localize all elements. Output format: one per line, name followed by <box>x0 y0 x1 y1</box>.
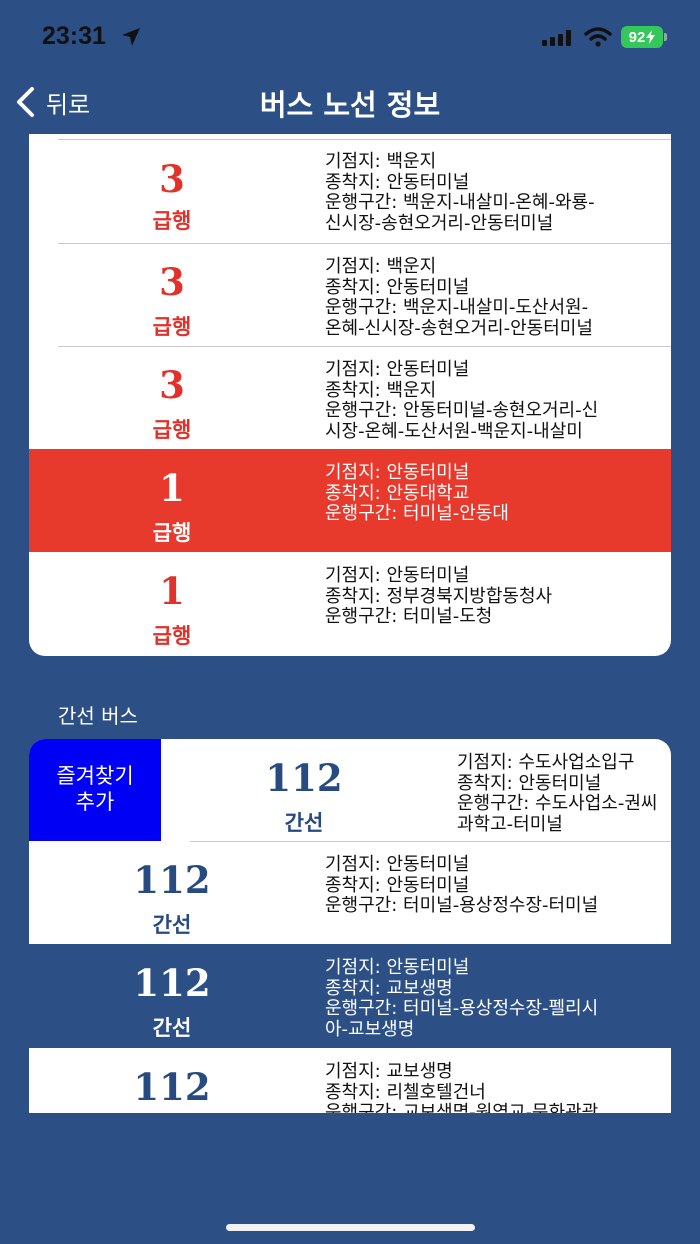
route-info: 기점지: 수도사업소입구 종착지: 안동터미널 운행구간: 수도사업소-권씨 과… <box>457 752 658 835</box>
route-section: 운행구간: 교보생명-원영교-문화관광 <box>325 1102 599 1113</box>
route-section: 운행구간: 터미널-도청 <box>325 606 493 627</box>
route-row[interactable]: 3 급행 기점지: 안동터미널 종착지: 백운지 운행구간: 안동터미널-송현오… <box>29 346 671 449</box>
route-number: 1 <box>159 569 185 613</box>
route-origin: 기점지: 백운지 <box>325 151 437 172</box>
route-type: 급행 <box>152 624 192 648</box>
route-terminus: 종착지: 안동터미널 <box>325 276 470 298</box>
route-origin: 기점지: 수도사업소입구 <box>457 752 635 773</box>
route-info: 기점지: 안동터미널 종착지: 백운지 운행구간: 안동터미널-송현오거리-신 … <box>325 359 599 442</box>
route-type: 간선 <box>152 913 192 937</box>
route-section-cont: 과학고-터미널 <box>457 813 563 835</box>
route-origin: 기점지: 백운지 <box>325 256 437 277</box>
route-section: 운행구간: 수도사업소-권씨 <box>457 793 658 814</box>
status-time: 23:31 <box>42 22 106 50</box>
route-origin: 기점지: 안동터미널 <box>325 565 470 586</box>
list-divider <box>190 841 671 842</box>
route-section: 운행구간: 터미널-안동대 <box>325 503 509 524</box>
express-route-list: 3 급행 기점지: 백운지 종착지: 안동터미널 운행구간: 백운지-내살미-온… <box>29 134 671 656</box>
route-number: 3 <box>159 363 185 407</box>
route-row[interactable]: 1 급행 기점지: 안동터미널 종착지: 정부경북지방합동청사 운행구간: 터미… <box>29 552 671 656</box>
route-origin: 기점지: 안동터미널 <box>325 359 470 380</box>
route-terminus: 종착지: 안동터미널 <box>325 171 470 193</box>
route-number: 3 <box>159 157 185 201</box>
route-row[interactable]: 3 급행 기점지: 백운지 종착지: 안동터미널 운행구간: 백운지-내살미-도… <box>29 243 671 346</box>
route-type: 간선 <box>284 811 324 835</box>
swiped-route-content: 112 간선 기점지: 수도사업소입구 종착지: 안동터미널 운행구간: 수도사… <box>161 739 671 841</box>
route-row[interactable]: 112 기점지: 교보생명 종착지: 리첼호텔건너 운행구간: 교보생명-원영교… <box>29 1048 671 1113</box>
route-info: 기점지: 교보생명 종착지: 리첼호텔건너 운행구간: 교보생명-원영교-문화관… <box>325 1061 599 1113</box>
route-type: 급행 <box>152 209 192 233</box>
route-row[interactable]: 112 간선 기점지: 안동터미널 종착지: 안동터미널 운행구간: 터미널-용… <box>29 841 671 944</box>
home-indicator[interactable] <box>226 1224 475 1231</box>
route-section-cont: 아-교보생명 <box>325 1018 415 1040</box>
route-section: 운행구간: 백운지-내살미-온혜-와룡- <box>325 192 595 213</box>
location-arrow-icon <box>120 26 142 52</box>
route-terminus: 종착지: 백운지 <box>325 379 437 401</box>
route-type: 급행 <box>152 418 192 442</box>
battery-level: 92 <box>628 28 646 46</box>
route-terminus: 종착지: 리첼호텔건너 <box>325 1081 486 1103</box>
route-origin: 기점지: 안동터미널 <box>325 462 470 483</box>
route-info: 기점지: 안동터미널 종착지: 안동대학교 운행구간: 터미널-안동대 <box>325 462 509 525</box>
route-number: 112 <box>133 961 211 1005</box>
add-favorite-label: 즐겨찾기 <box>56 764 134 788</box>
route-number: 1 <box>159 466 185 510</box>
route-row-selected[interactable]: 1 급행 기점지: 안동터미널 종착지: 안동대학교 운행구간: 터미널-안동대 <box>29 449 671 552</box>
route-origin: 기점지: 교보생명 <box>325 1061 453 1082</box>
route-section: 운행구간: 백운지-내살미-도산서원- <box>325 297 589 318</box>
battery-indicator: 92 <box>621 26 663 48</box>
wifi-icon <box>584 27 612 51</box>
route-row-swiped[interactable]: 즐겨찾기 추가 112 간선 기점지: 수도사업소입구 종착지: 안동터미널 운… <box>29 739 671 841</box>
route-type: 간선 <box>152 1016 192 1040</box>
route-info: 기점지: 안동터미널 종착지: 안동터미널 운행구간: 터미널-용상정수장-터미… <box>325 854 599 917</box>
charging-bolt-icon <box>646 30 656 44</box>
route-section: 운행구간: 안동터미널-송현오거리-신 <box>325 400 599 421</box>
route-info: 기점지: 안동터미널 종착지: 교보생명 운행구간: 터미널-용상정수장-펠리시… <box>325 957 599 1040</box>
route-section: 운행구간: 터미널-용상정수장-터미널 <box>325 895 599 916</box>
route-info: 기점지: 안동터미널 종착지: 정부경북지방합동청사 운행구간: 터미널-도청 <box>325 565 553 628</box>
list-divider <box>58 243 671 244</box>
route-type: 급행 <box>152 521 192 545</box>
route-terminus: 종착지: 교보생명 <box>325 977 453 999</box>
route-row-selected[interactable]: 112 간선 기점지: 안동터미널 종착지: 교보생명 운행구간: 터미널-용상… <box>29 944 671 1048</box>
route-terminus: 종착지: 안동대학교 <box>325 482 470 504</box>
route-info: 기점지: 백운지 종착지: 안동터미널 운행구간: 백운지-내살미-도산서원- … <box>325 256 593 339</box>
route-terminus: 종착지: 안동터미널 <box>325 874 470 896</box>
route-terminus: 종착지: 안동터미널 <box>457 772 602 794</box>
route-row[interactable]: 3 급행 기점지: 백운지 종착지: 안동터미널 운행구간: 백운지-내살미-온… <box>29 140 671 243</box>
route-section-cont: 신시장-송현오거리-안동터미널 <box>325 212 554 234</box>
page-title: 버스 노선 정보 <box>259 88 441 122</box>
trunk-route-list: 즐겨찾기 추가 112 간선 기점지: 수도사업소입구 종착지: 안동터미널 운… <box>29 739 671 1113</box>
route-section-cont: 시장-온혜-도산서원-백운지-내살미 <box>325 420 583 442</box>
section-header-trunk: 간선 버스 <box>58 704 138 728</box>
route-number: 112 <box>133 1065 211 1109</box>
add-favorite-button[interactable]: 즐겨찾기 추가 <box>29 739 161 841</box>
route-number: 112 <box>133 858 211 902</box>
route-type: 급행 <box>152 315 192 339</box>
battery-cap <box>664 33 667 41</box>
route-section: 운행구간: 터미널-용상정수장-펠리시 <box>325 998 599 1019</box>
navigation-bar: 뒤로 버스 노선 정보 <box>0 70 700 134</box>
add-favorite-label-cont: 추가 <box>75 790 115 814</box>
cellular-signal-icon <box>542 30 574 50</box>
route-origin: 기점지: 안동터미널 <box>325 854 470 875</box>
route-terminus: 종착지: 정부경북지방합동청사 <box>325 585 553 607</box>
route-section-cont: 온혜-신시장-송현오거리-안동터미널 <box>325 317 593 339</box>
list-divider <box>58 346 671 347</box>
route-origin: 기점지: 안동터미널 <box>325 957 470 978</box>
route-number: 112 <box>265 756 343 800</box>
status-bar: 23:31 92 <box>0 0 700 70</box>
route-info: 기점지: 백운지 종착지: 안동터미널 운행구간: 백운지-내살미-온혜-와룡-… <box>325 151 595 234</box>
route-number: 3 <box>159 260 185 304</box>
